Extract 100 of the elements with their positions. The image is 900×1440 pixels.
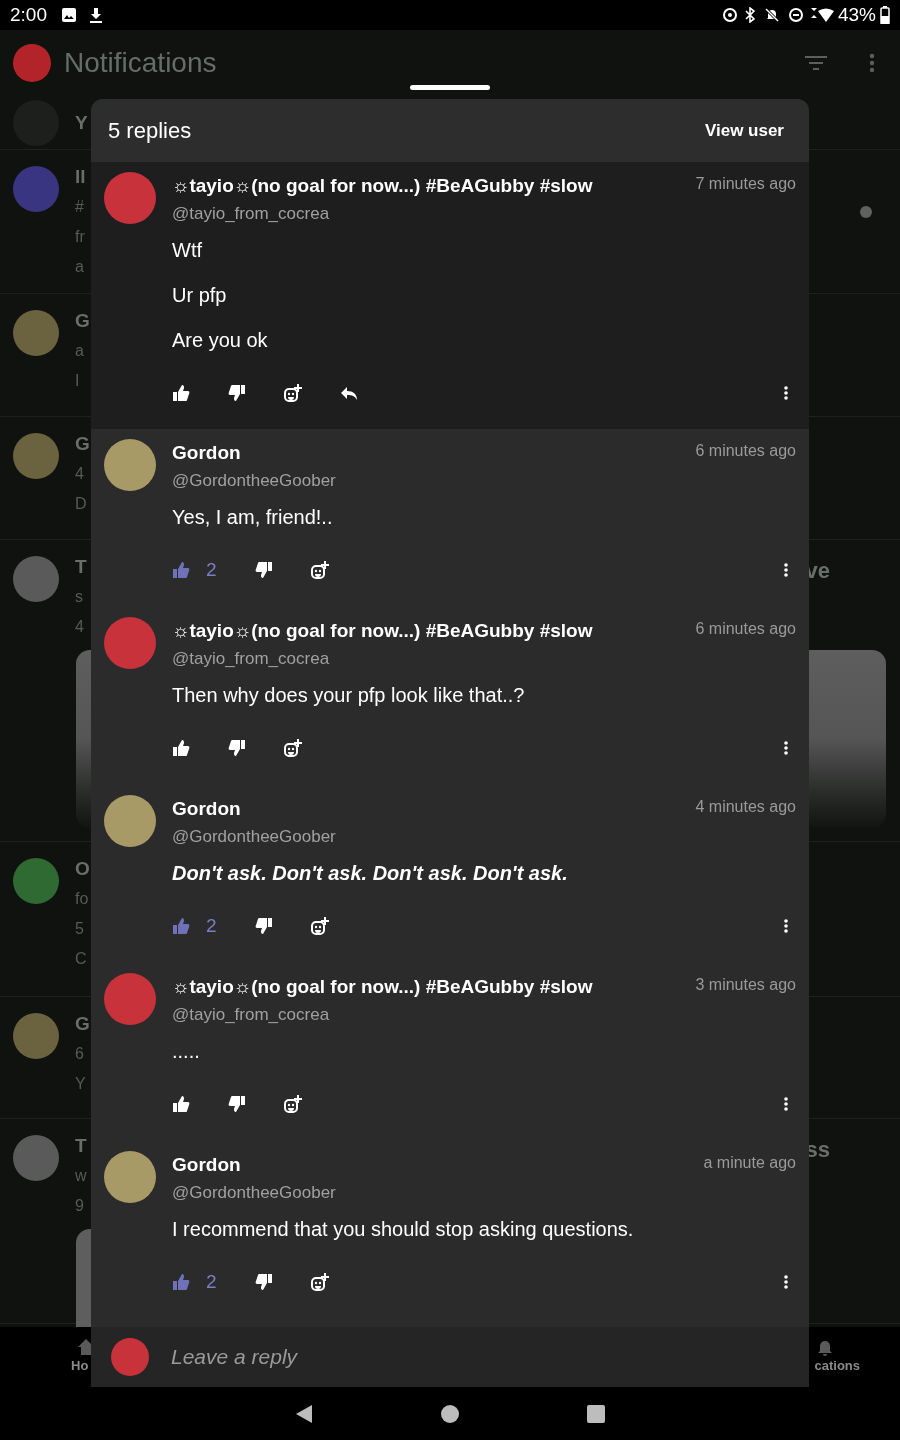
preview-text: a [75, 257, 84, 277]
preview-text: G [75, 309, 90, 333]
app-title: Notifications [64, 46, 217, 80]
home-button-icon[interactable] [441, 1404, 459, 1423]
like-button[interactable]: 2 [172, 555, 217, 585]
placeholder-text: Leave a reply [171, 1344, 298, 1371]
more-options-icon[interactable] [784, 563, 788, 577]
avatar [13, 1013, 59, 1059]
more-options-icon[interactable] [784, 741, 788, 755]
more-options-icon[interactable] [784, 386, 788, 400]
muted-bell-icon [763, 7, 780, 23]
more-options-icon[interactable] [784, 1275, 788, 1289]
thumbs-up-icon [172, 1095, 190, 1113]
avatar [13, 556, 59, 602]
emoji-plus-icon [284, 384, 302, 402]
dislike-button[interactable] [254, 917, 273, 935]
add-reaction-button[interactable] [284, 739, 302, 757]
add-reaction-button[interactable] [284, 384, 302, 402]
add-reaction-button[interactable] [310, 1273, 329, 1291]
more-options-icon[interactable] [784, 919, 788, 933]
battery-icon [880, 6, 890, 24]
preview-text: Y [75, 1074, 86, 1094]
preview-text: I [75, 371, 80, 391]
avatar [104, 439, 156, 491]
download-icon [89, 7, 103, 23]
emoji-plus-icon [284, 1095, 302, 1113]
dislike-button[interactable] [254, 1273, 273, 1291]
more-options-icon[interactable] [784, 1097, 788, 1111]
user-handle: @GordontheeGoober [172, 1182, 337, 1204]
emoji-plus-icon [310, 917, 329, 935]
emoji-plus-icon [310, 1273, 329, 1291]
nav-tab[interactable]: cations [814, 1338, 860, 1376]
author-name[interactable]: Gordon [172, 795, 241, 823]
user-handle: @GordontheeGoober [172, 470, 337, 492]
author-name[interactable]: Gordon [172, 1151, 241, 1179]
like-button[interactable] [172, 1095, 190, 1113]
preview-text: T [75, 1134, 87, 1158]
dislike-button[interactable] [228, 739, 246, 757]
image-icon [61, 7, 77, 23]
like-button[interactable] [172, 739, 190, 757]
avatar [13, 166, 59, 212]
preview-text: fr [75, 227, 85, 247]
user-handle: @tayio_from_cocrea [172, 648, 331, 670]
timestamp: 4 minutes ago [695, 797, 796, 817]
do-not-disturb-icon [787, 7, 804, 23]
filter-icon[interactable] [805, 55, 827, 71]
preview-text: T [75, 555, 87, 579]
like-button[interactable] [172, 384, 190, 402]
user-handle: @tayio_from_cocrea [172, 1004, 331, 1026]
avatar [104, 617, 156, 669]
avatar [13, 433, 59, 479]
preview-text: 9 [75, 1196, 84, 1216]
back-icon[interactable] [295, 1403, 313, 1424]
preview-text: a [75, 341, 84, 361]
avatar [13, 858, 59, 904]
add-reaction-button[interactable] [310, 917, 329, 935]
preview-text: fo [75, 889, 89, 909]
sheet-title: 5 replies [108, 117, 192, 145]
author-name[interactable]: ☼tayio☼(no goal for now...) #BeAGubby #slow [172, 973, 593, 1001]
comment-text: I recommend that you should stop asking questions. [172, 1217, 635, 1242]
timestamp: 7 minutes ago [695, 174, 796, 194]
preview-text: G [75, 1012, 90, 1036]
add-reaction-button[interactable] [284, 1095, 302, 1113]
reply-button[interactable] [340, 385, 358, 401]
like-button[interactable]: 2 [172, 911, 217, 941]
thumbs-up-icon [172, 917, 190, 935]
thumbs-down-icon [254, 1273, 273, 1291]
comment-text: Are you ok [172, 328, 269, 353]
dislike-button[interactable] [228, 384, 246, 402]
timestamp: 3 minutes ago [695, 975, 796, 995]
thumbs-up-icon [172, 1273, 190, 1291]
preview-text: 5 [75, 919, 84, 939]
timestamp: 6 minutes ago [695, 441, 796, 461]
preview-text: O [75, 857, 90, 881]
author-name[interactable]: ☼tayio☼(no goal for now...) #BeAGubby #slow [172, 617, 593, 645]
comment-text: Yes, I am, friend!.. [172, 505, 334, 530]
timestamp: 6 minutes ago [695, 619, 796, 639]
battery-percentage: 43% [837, 2, 876, 27]
view-user-button[interactable]: View user [704, 117, 784, 144]
bluetooth-icon [743, 7, 756, 23]
comment-text: Then why does your pfp look like that..? [172, 683, 526, 708]
thumbs-down-icon [228, 739, 246, 757]
recents-icon[interactable] [587, 1404, 605, 1423]
author-name[interactable]: Gordon [172, 439, 241, 467]
drag-handle[interactable] [410, 85, 490, 90]
like-button[interactable]: 2 [172, 1267, 217, 1297]
preview-text: w [75, 1166, 87, 1186]
avatar [104, 973, 156, 1025]
dislike-button[interactable] [228, 1095, 246, 1113]
preview-text: # [75, 197, 84, 217]
preview-text: 4 [75, 464, 84, 484]
reply-field[interactable]: Leave a reply [91, 1327, 809, 1387]
add-reaction-button[interactable] [310, 561, 329, 579]
author-name[interactable]: ☼tayio☼(no goal for now...) #BeAGubby #slow [172, 172, 593, 200]
preview-text: 6 [75, 1044, 84, 1064]
timestamp: a minute ago [703, 1153, 796, 1173]
dislike-button[interactable] [254, 561, 273, 579]
user-handle: @tayio_from_cocrea [172, 203, 331, 225]
emoji-plus-icon [310, 561, 329, 579]
thumbs-down-icon [254, 917, 273, 935]
